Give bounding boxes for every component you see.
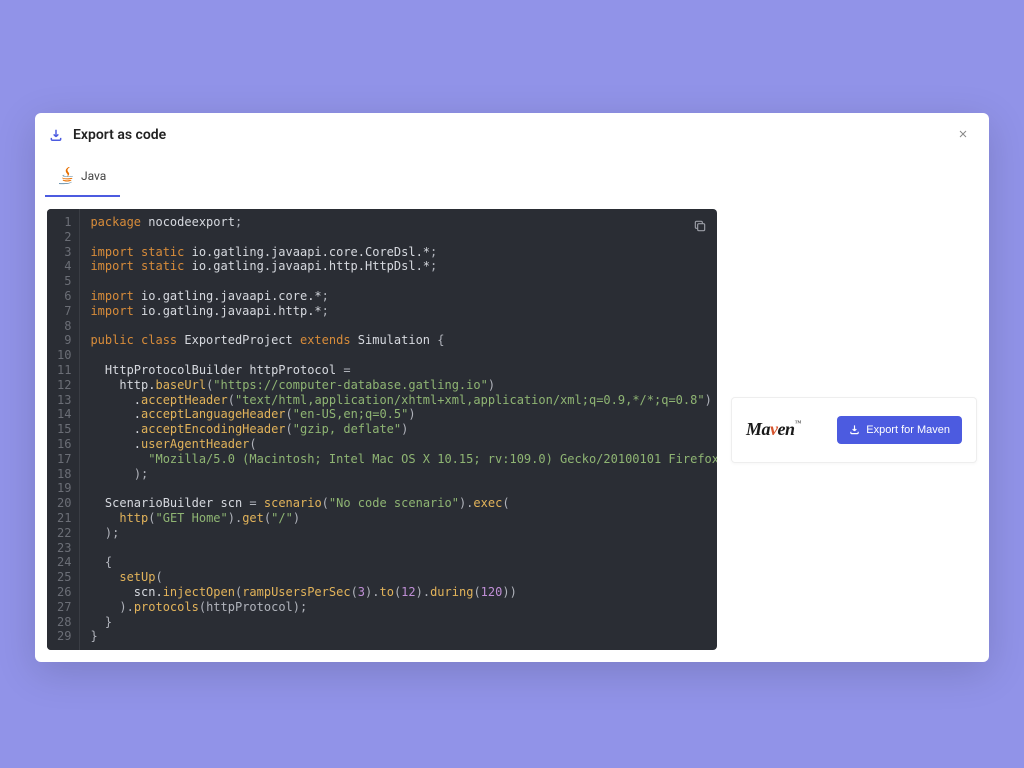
download-icon (849, 424, 860, 435)
modal-body: 1234567891011121314151617181920212223242… (35, 197, 989, 662)
tab-java-label: Java (81, 169, 106, 183)
export-for-maven-button[interactable]: Export for Maven (837, 416, 962, 444)
language-tabs: Java (35, 157, 989, 197)
export-card-maven: Maven™ Export for Maven (731, 397, 977, 463)
download-icon (49, 128, 63, 142)
line-number-gutter: 1234567891011121314151617181920212223242… (47, 209, 80, 650)
copy-button[interactable] (693, 219, 707, 237)
close-button[interactable] (951, 123, 975, 146)
modal-header: Export as code (35, 113, 989, 157)
export-button-label: Export for Maven (866, 424, 950, 436)
tab-java[interactable]: Java (45, 157, 120, 197)
maven-logo: Maven™ (746, 419, 801, 440)
export-modal: Export as code Java 12345678910111213141… (35, 113, 989, 662)
java-icon (59, 167, 73, 185)
export-side-panel: Maven™ Export for Maven (731, 209, 977, 650)
modal-title: Export as code (73, 127, 951, 143)
code-panel: 1234567891011121314151617181920212223242… (47, 209, 717, 650)
code-content[interactable]: package nocodeexport; import static io.g… (80, 209, 717, 650)
